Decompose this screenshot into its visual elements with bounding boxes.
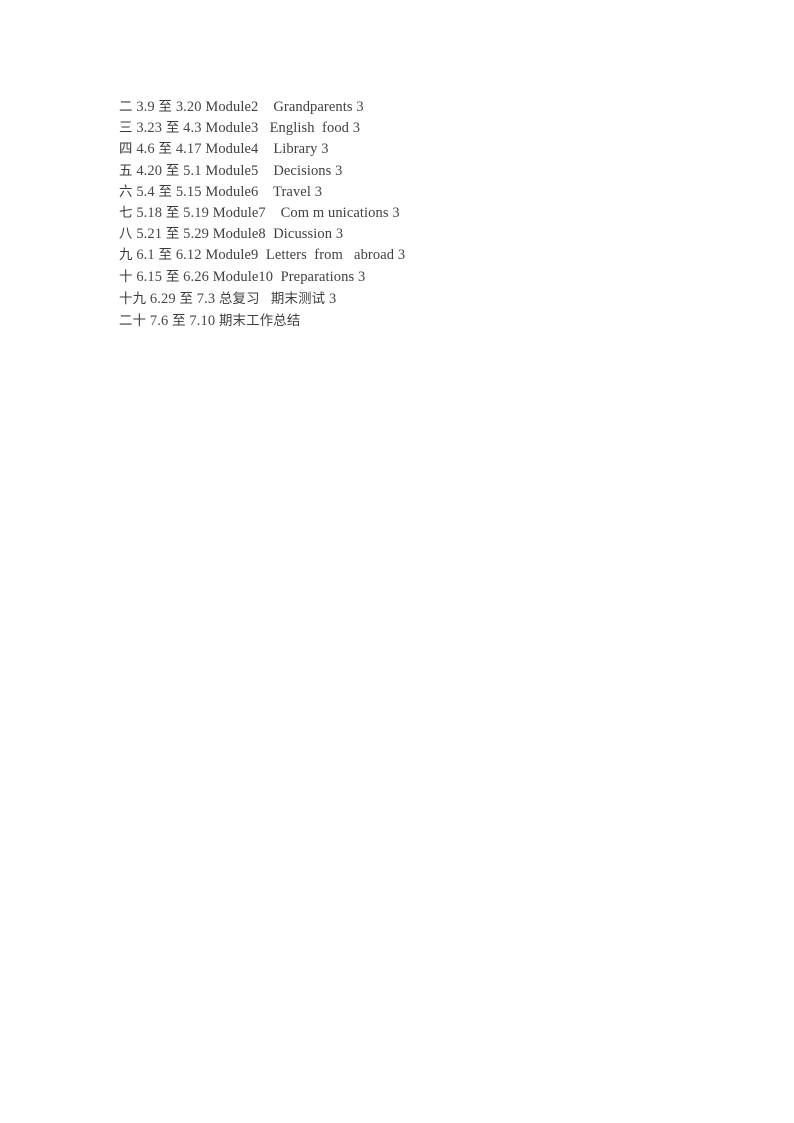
schedule-row: 三 3.23 至 4.3 Module3 English food 3 (119, 118, 739, 139)
connector: 至 (158, 184, 173, 200)
hours: 3 (357, 268, 366, 285)
connector: 至 (165, 227, 180, 243)
hours: 3 (392, 205, 400, 222)
schedule-row: 九 6.1 至 6.12 Module9 Letters from abroad… (119, 245, 739, 266)
topic: Letters from abroad (265, 247, 395, 264)
schedule-row: 四 4.6 至 4.17 Module4 Library 3 (119, 139, 739, 160)
hours: 3 (314, 183, 323, 200)
date_end: 5.15 (175, 183, 202, 200)
hours: 3 (397, 247, 406, 264)
week: 十九 (119, 291, 147, 307)
connector: 至 (165, 163, 180, 179)
date_start: 4.20 (136, 162, 163, 179)
connector: 至 (172, 314, 186, 330)
week: 四 (119, 142, 133, 158)
date_start: 5.21 (136, 226, 163, 243)
date_end: 4.17 (175, 141, 202, 158)
week: 十 (119, 269, 133, 285)
module: Module3 (205, 120, 259, 137)
connector: 至 (179, 291, 194, 307)
connector: 至 (158, 100, 173, 115)
hours: 3 (329, 290, 337, 307)
topic: Dicussion (273, 226, 333, 243)
topic: Com m unications (280, 205, 389, 222)
module: Module2 (205, 99, 259, 115)
date_start: 4.6 (136, 141, 155, 158)
date_end: 5.19 (183, 205, 209, 222)
date_start: 3.23 (136, 120, 163, 137)
schedule-list: 二 3.9 至 3.20 Module2 Grandparents 3三 3.2… (119, 97, 739, 332)
hours: 3 (321, 141, 329, 158)
module: Module5 (205, 162, 259, 179)
date_end: 5.29 (183, 226, 209, 243)
hours: 3 (335, 226, 344, 243)
week: 二 (119, 100, 133, 115)
module: 期末工作总结 (218, 313, 301, 329)
topic: Library (273, 141, 318, 158)
module: 总复习 (218, 290, 260, 306)
schedule-row: 二 3.9 至 3.20 Module2 Grandparents 3 (119, 97, 739, 118)
week: 六 (119, 184, 133, 200)
schedule-row: 六 5.4 至 5.15 Module6 Travel 3 (119, 182, 739, 203)
date_start: 5.4 (136, 183, 155, 200)
date_start: 6.1 (136, 247, 155, 264)
schedule-row: 二十 7.6 至 7.10 期末工作总结 (119, 310, 739, 332)
date_start: 6.29 (149, 290, 176, 307)
hours: 3 (335, 162, 343, 179)
date_end: 7.10 (189, 313, 216, 330)
week: 二十 (119, 314, 147, 330)
date_end: 5.1 (183, 162, 202, 179)
module: Module6 (205, 183, 259, 200)
date_start: 6.15 (136, 268, 163, 285)
schedule-row: 八 5.21 至 5.29 Module8 Dicussion 3 (119, 224, 739, 245)
schedule-row: 七 5.18 至 5.19 Module7 Com m unications 3 (119, 203, 739, 224)
date_end: 6.26 (183, 268, 209, 285)
topic: Travel (273, 183, 311, 200)
hours: 3 (356, 99, 364, 115)
connector: 至 (165, 269, 180, 285)
connector: 至 (165, 121, 180, 137)
week: 九 (119, 248, 133, 264)
topic: 期末测试 (270, 290, 326, 306)
module: Module9 (205, 247, 259, 264)
date_end: 7.3 (196, 290, 216, 307)
week: 七 (119, 206, 133, 222)
connector: 至 (158, 142, 173, 158)
module: Module10 (212, 268, 274, 285)
topic: Preparations (280, 268, 355, 285)
date_end: 6.12 (175, 247, 202, 264)
module: Module7 (212, 205, 266, 222)
week: 三 (119, 121, 133, 137)
topic: Grandparents (273, 99, 353, 115)
topic: Decisions (273, 162, 332, 179)
schedule-row: 十 6.15 至 6.26 Module10 Preparations 3 (119, 267, 739, 288)
schedule-row: 五 4.20 至 5.1 Module5 Decisions 3 (119, 161, 739, 182)
week: 八 (119, 227, 133, 243)
connector: 至 (158, 248, 173, 264)
date_start: 7.6 (149, 313, 169, 330)
module: Module4 (205, 141, 259, 158)
date_start: 5.18 (136, 205, 163, 222)
connector: 至 (165, 206, 180, 222)
date_end: 3.20 (175, 99, 202, 115)
week: 五 (119, 163, 133, 179)
hours: 3 (352, 120, 361, 137)
module: Module8 (212, 226, 266, 243)
date_end: 4.3 (183, 120, 202, 137)
topic: English food (269, 120, 350, 137)
date_start: 3.9 (136, 99, 155, 115)
schedule-row: 十九 6.29 至 7.3 总复习 期末测试 3 (119, 288, 739, 310)
document-page: 二 3.9 至 3.20 Module2 Grandparents 3三 3.2… (0, 0, 794, 1123)
